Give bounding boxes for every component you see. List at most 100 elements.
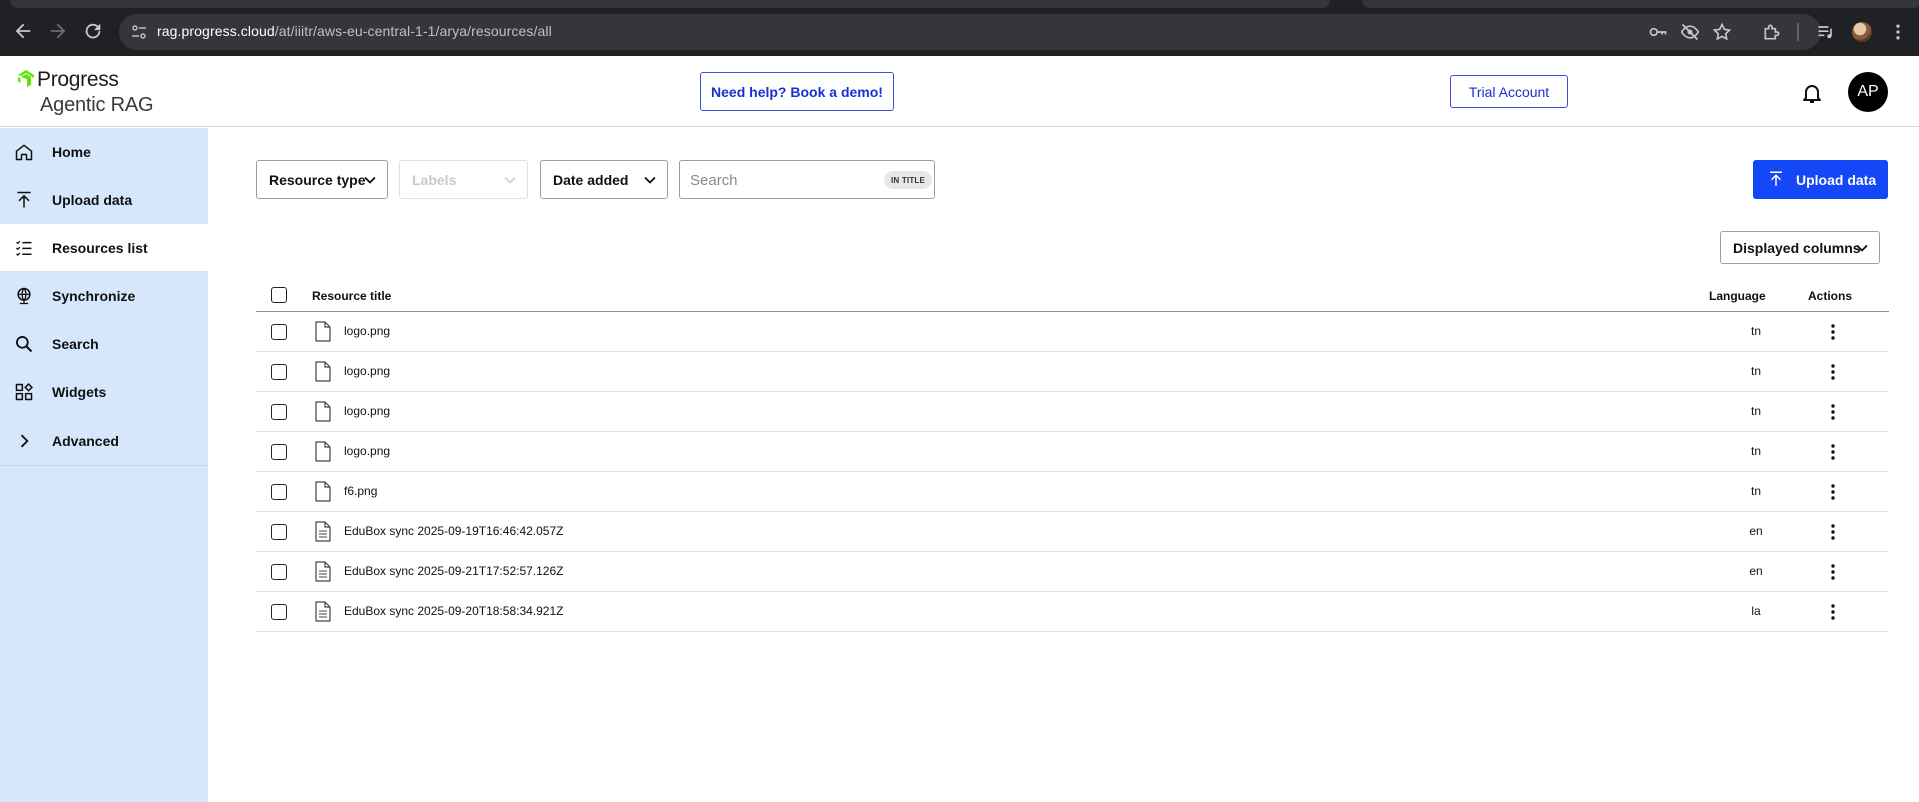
upload-icon (1767, 170, 1785, 188)
chevron-down-icon (644, 176, 656, 184)
active-tab-edge (10, 0, 1330, 8)
eye-off-icon[interactable] (1680, 22, 1700, 42)
file-icon (315, 361, 331, 382)
table-row[interactable]: logo.png tn (256, 352, 1889, 392)
chevron-down-icon (1856, 244, 1868, 252)
row-checkbox[interactable] (271, 364, 287, 380)
resource-language: tn (1750, 444, 1761, 458)
file-icon (315, 321, 331, 342)
resource-language: tn (1750, 484, 1761, 498)
menu-icon[interactable] (1888, 22, 1908, 42)
more-vertical-icon[interactable] (1823, 362, 1843, 382)
resource-language: tn (1750, 364, 1761, 378)
file-icon (315, 441, 331, 462)
product-name: Agentic RAG (40, 94, 154, 116)
more-vertical-icon[interactable] (1823, 442, 1843, 462)
row-checkbox[interactable] (271, 404, 287, 420)
user-avatar[interactable]: AP (1848, 72, 1888, 112)
file-icon (315, 401, 331, 422)
resource-title[interactable]: EduBox sync 2025-09-20T18:58:34.921Z (344, 604, 563, 618)
upload-icon (14, 190, 34, 210)
chevron-right-icon (14, 431, 34, 451)
sidebar-item-resources-list[interactable]: Resources list (0, 224, 208, 271)
resource-title[interactable]: logo.png (344, 444, 390, 458)
displayed-columns-button[interactable]: Displayed columns (1720, 231, 1880, 264)
sidebar-item-advanced[interactable]: Advanced (0, 417, 208, 464)
resource-language: tn (1750, 324, 1761, 338)
row-checkbox[interactable] (271, 564, 287, 580)
table-row[interactable]: EduBox sync 2025-09-20T18:58:34.921Z la (256, 592, 1889, 632)
text-file-icon (315, 521, 331, 542)
labels-filter[interactable]: Labels (399, 160, 528, 199)
search-scope-badge[interactable]: IN TITLE (884, 171, 933, 189)
sidebar-item-widgets[interactable]: Widgets (0, 368, 208, 415)
resource-language: en (1749, 564, 1763, 578)
sidebar-item-home[interactable]: Home (0, 128, 208, 175)
more-vertical-icon[interactable] (1823, 602, 1843, 622)
back-icon[interactable] (12, 20, 34, 42)
bell-icon[interactable] (1800, 81, 1824, 105)
column-header-title[interactable]: Resource title (312, 289, 391, 303)
table-row[interactable]: logo.png tn (256, 312, 1889, 352)
row-checkbox[interactable] (271, 444, 287, 460)
resource-title[interactable]: EduBox sync 2025-09-19T16:46:42.057Z (344, 524, 563, 538)
sidebar-item-upload-data[interactable]: Upload data (0, 176, 208, 223)
extensions-icon[interactable] (1762, 22, 1782, 42)
url-host: rag.progress.cloud (157, 23, 275, 39)
table-row[interactable]: logo.png tn (256, 432, 1889, 472)
site-info-icon[interactable] (131, 24, 147, 40)
row-checkbox[interactable] (271, 604, 287, 620)
more-vertical-icon[interactable] (1823, 562, 1843, 582)
select-all-checkbox[interactable] (271, 287, 287, 303)
text-file-icon (315, 561, 331, 582)
profile-icon[interactable] (1852, 22, 1872, 42)
row-checkbox[interactable] (271, 524, 287, 540)
table-row[interactable]: EduBox sync 2025-09-21T17:52:57.126Z en (256, 552, 1889, 592)
resource-language: tn (1750, 404, 1761, 418)
more-vertical-icon[interactable] (1823, 482, 1843, 502)
brand: Progress (16, 66, 156, 92)
table-row[interactable]: f6.png tn (256, 472, 1889, 512)
upload-data-label: Upload data (1796, 171, 1877, 188)
resource-title[interactable]: f6.png (344, 484, 377, 498)
book-demo-button[interactable]: Need help? Book a demo! (700, 72, 894, 111)
filter-label: Resource type (269, 171, 366, 188)
resource-language: la (1751, 604, 1761, 618)
trial-account-button[interactable]: Trial Account (1450, 75, 1568, 108)
resource-title[interactable]: logo.png (344, 364, 390, 378)
search-input[interactable] (690, 169, 870, 191)
table-row[interactable]: logo.png tn (256, 392, 1889, 432)
key-icon[interactable] (1648, 22, 1668, 42)
inactive-tab-edge (1362, 0, 1919, 8)
app-header (0, 56, 1919, 127)
upload-data-button[interactable]: Upload data (1753, 160, 1888, 199)
resource-type-filter[interactable]: Resource type (256, 160, 388, 199)
sidebar-item-label: Home (52, 143, 91, 160)
resource-title[interactable]: EduBox sync 2025-09-21T17:52:57.126Z (344, 564, 563, 578)
more-vertical-icon[interactable] (1823, 522, 1843, 542)
resource-title[interactable]: logo.png (344, 324, 390, 338)
sidebar-item-label: Search (52, 335, 99, 352)
sidebar-item-search[interactable]: Search (0, 320, 208, 367)
url-path: /at/iiitr/aws-eu-central-1-1/arya/resour… (274, 23, 552, 39)
row-checkbox[interactable] (271, 484, 287, 500)
media-icon[interactable] (1816, 22, 1836, 42)
sidebar-item-synchronize[interactable]: Synchronize (0, 272, 208, 319)
search-box: IN TITLE (679, 160, 935, 199)
url-text[interactable]: rag.progress.cloud/at/iiitr/aws-eu-centr… (157, 23, 552, 39)
filter-label: Labels (412, 171, 457, 188)
forward-icon[interactable] (47, 20, 69, 42)
globe-icon (14, 286, 34, 306)
brand-name: Progress (37, 68, 119, 91)
table-row[interactable]: EduBox sync 2025-09-19T16:46:42.057Z en (256, 512, 1889, 552)
more-vertical-icon[interactable] (1823, 322, 1843, 342)
star-icon[interactable] (1712, 22, 1732, 42)
resource-title[interactable]: logo.png (344, 404, 390, 418)
toolbar-divider (1797, 23, 1799, 41)
row-checkbox[interactable] (271, 324, 287, 340)
date-added-filter[interactable]: Date added (540, 160, 668, 199)
more-vertical-icon[interactable] (1823, 402, 1843, 422)
reload-icon[interactable] (82, 20, 104, 42)
list-icon (14, 238, 34, 258)
column-header-language[interactable]: Language (1709, 289, 1766, 303)
